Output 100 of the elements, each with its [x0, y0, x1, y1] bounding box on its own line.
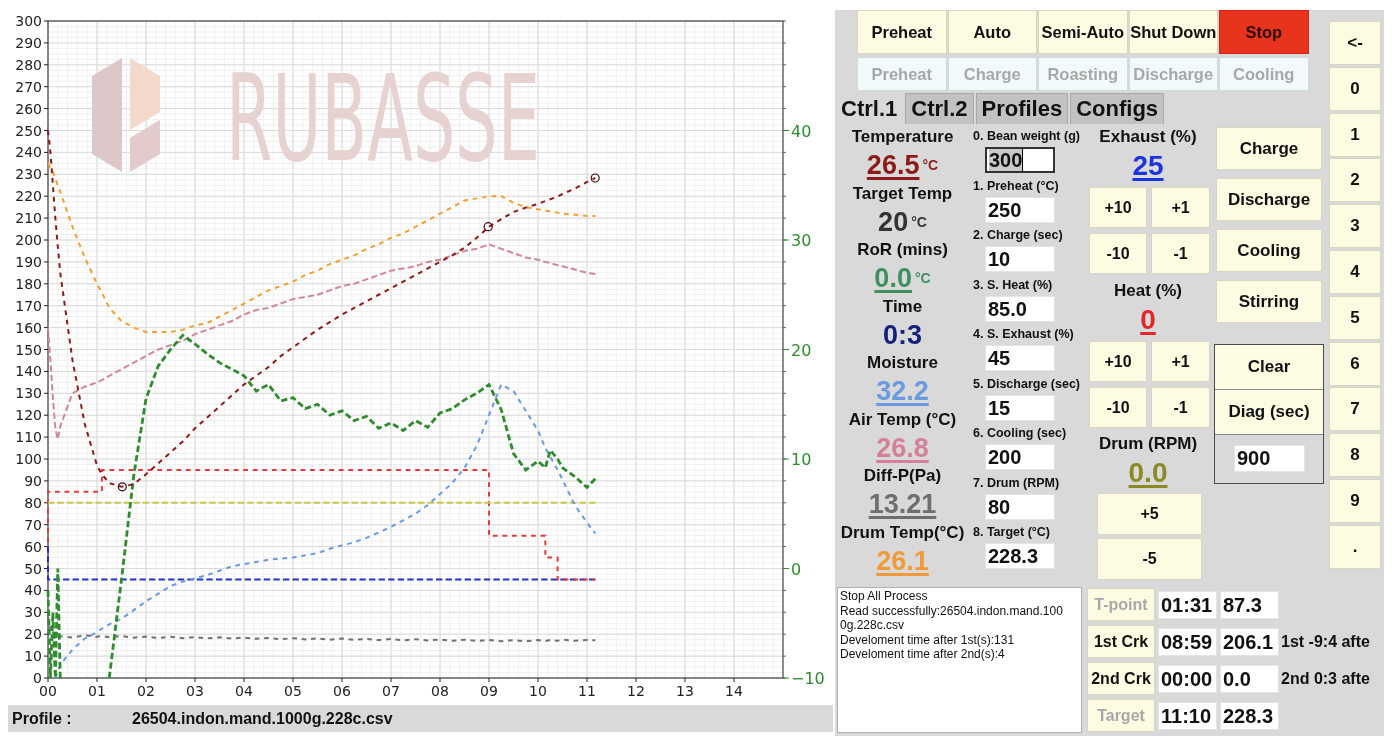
mode-button[interactable]: Semi-Auto — [1038, 10, 1128, 54]
reading-unit: °C — [922, 157, 939, 173]
step-button[interactable]: +1 — [1151, 187, 1210, 228]
y-axis-label: 20 — [24, 626, 42, 643]
keypad-button[interactable]: <- — [1329, 21, 1381, 65]
log-line: Develoment time after 1st(s):131 — [840, 632, 1016, 647]
x-axis-label: 07 — [382, 683, 400, 699]
reading-value: 13.21 — [868, 488, 937, 521]
reading-value: 0:3 — [883, 318, 922, 352]
stage-indicator: Roasting — [1038, 57, 1128, 91]
time-field[interactable]: 00:00 — [1158, 664, 1217, 693]
mode-button[interactable]: Preheat — [857, 10, 947, 54]
mode-button[interactable]: Auto — [947, 10, 1037, 54]
input-field[interactable]: 250 — [985, 196, 1055, 223]
reading-label: Diff-P(Pa) — [863, 465, 942, 487]
y-axis-label: 30 — [24, 604, 42, 621]
y-axis-label: 260 — [15, 100, 42, 117]
input-field[interactable]: 228.3 — [985, 543, 1055, 569]
x-axis-label: 09 — [480, 683, 498, 699]
step-button[interactable]: +10 — [1089, 187, 1147, 228]
x-axis-label: 12 — [627, 683, 645, 699]
reading-value: 32.2 — [876, 375, 929, 408]
step-button[interactable]: +10 — [1089, 341, 1147, 382]
setting-label: 2. Charge (sec) — [973, 227, 1063, 244]
stage-indicator: Discharge — [1128, 57, 1218, 91]
setting-label: 3. S. Heat (%) — [973, 276, 1053, 294]
y-axis-label: 120 — [15, 407, 42, 424]
step-button[interactable]: -5 — [1097, 538, 1202, 580]
x-axis-label: 02 — [137, 683, 155, 699]
reading-value: 26.5 — [866, 149, 920, 182]
event-note: 2nd 0:3 afte — [1281, 669, 1370, 688]
mode-button[interactable]: Stop — [1219, 10, 1309, 54]
adjuster-label: Drum (RPM) — [1098, 433, 1198, 455]
y-axis-label: 270 — [15, 78, 42, 95]
y-axis-label: 180 — [15, 275, 42, 292]
y-axis-label: 110 — [15, 429, 42, 446]
input-field[interactable]: 80 — [985, 493, 1055, 520]
keypad-button[interactable]: 1 — [1329, 112, 1381, 157]
event-note: 1st -9:4 afte — [1281, 632, 1370, 651]
keypad-button[interactable]: 7 — [1329, 387, 1381, 432]
y-axis-label: 290 — [15, 34, 42, 51]
input-field[interactable]: 45 — [985, 345, 1055, 371]
mode-button[interactable]: Shut Down — [1128, 10, 1218, 54]
y-axis-label: 70 — [24, 516, 42, 533]
tab[interactable]: Ctrl.2 — [905, 93, 974, 124]
y-axis-label: 10 — [24, 648, 42, 665]
clear-button[interactable]: Clear — [1215, 345, 1323, 390]
reading-value: 26.1 — [876, 544, 929, 578]
tab[interactable]: Profiles — [975, 93, 1069, 124]
input-field[interactable]: 300 — [985, 147, 1055, 173]
setting-label: 8. Target (°C) — [973, 524, 1050, 541]
time-field[interactable]: 08:59 — [1158, 627, 1217, 656]
input-field[interactable]: 200 — [985, 444, 1055, 470]
step-button[interactable]: -10 — [1089, 233, 1147, 274]
action-button[interactable]: Stirring — [1216, 280, 1322, 323]
y-axis-label: 130 — [15, 385, 42, 402]
reading-label: Drum Temp(°C) — [840, 521, 965, 544]
temperature-field[interactable]: 206.1 — [1220, 627, 1279, 656]
action-button[interactable]: Cooling — [1216, 229, 1322, 272]
step-button[interactable]: -1 — [1151, 387, 1210, 428]
keypad-button[interactable]: . — [1329, 524, 1381, 569]
step-button[interactable]: +5 — [1097, 493, 1202, 535]
input-field[interactable]: 15 — [985, 394, 1055, 421]
setting-label: 5. Discharge (sec) — [973, 375, 1080, 393]
input-field[interactable]: 10 — [985, 246, 1055, 272]
reading-unit: °C — [911, 213, 927, 230]
diag-button[interactable]: Diag (sec) — [1215, 390, 1323, 435]
log-line: Read successfully:26504.indon.mand.1000g.228c.csv — [840, 603, 1064, 633]
right-axis-label: 20 — [791, 340, 812, 360]
action-button[interactable]: Discharge — [1216, 178, 1322, 221]
y-axis-label: 200 — [15, 232, 42, 248]
step-button[interactable]: -10 — [1089, 387, 1147, 428]
keypad-button[interactable]: 5 — [1329, 295, 1381, 340]
event-button[interactable]: 2nd Crk — [1087, 662, 1155, 695]
keypad-button[interactable]: 2 — [1329, 158, 1381, 203]
temperature-field[interactable]: 0.0 — [1220, 664, 1279, 693]
step-button[interactable]: +1 — [1151, 341, 1210, 382]
profile-file-name: 26504.indon.mand.1000g.228c.csv — [132, 709, 393, 728]
right-axis-label: 30 — [791, 231, 812, 250]
right-axis-label: 40 — [791, 121, 812, 141]
input-field[interactable]: 900 — [1234, 445, 1305, 472]
reading-label: Time — [882, 295, 923, 318]
y-axis-label: 60 — [24, 538, 42, 555]
x-axis-label: 01 — [88, 683, 106, 699]
tab[interactable]: Configs — [1070, 93, 1165, 124]
keypad-button[interactable]: 0 — [1329, 66, 1381, 111]
x-axis-label: 03 — [186, 683, 204, 699]
keypad-button[interactable]: 3 — [1329, 204, 1381, 249]
keypad-button[interactable]: 6 — [1329, 341, 1381, 386]
keypad-button[interactable]: 8 — [1329, 433, 1381, 478]
y-axis-label: 210 — [15, 210, 42, 227]
step-button[interactable]: -1 — [1151, 233, 1210, 274]
action-button[interactable]: Charge — [1216, 127, 1322, 170]
input-field[interactable]: 85.0 — [985, 295, 1055, 322]
log-line: Develoment time after 2nd(s):4 — [840, 647, 1006, 662]
y-axis-label: 170 — [15, 297, 42, 314]
event-button[interactable]: 1st Crk — [1087, 625, 1155, 658]
keypad-button[interactable]: 4 — [1329, 250, 1381, 294]
keypad-button[interactable]: 9 — [1329, 478, 1381, 523]
right-axis-label: 0 — [791, 559, 802, 579]
